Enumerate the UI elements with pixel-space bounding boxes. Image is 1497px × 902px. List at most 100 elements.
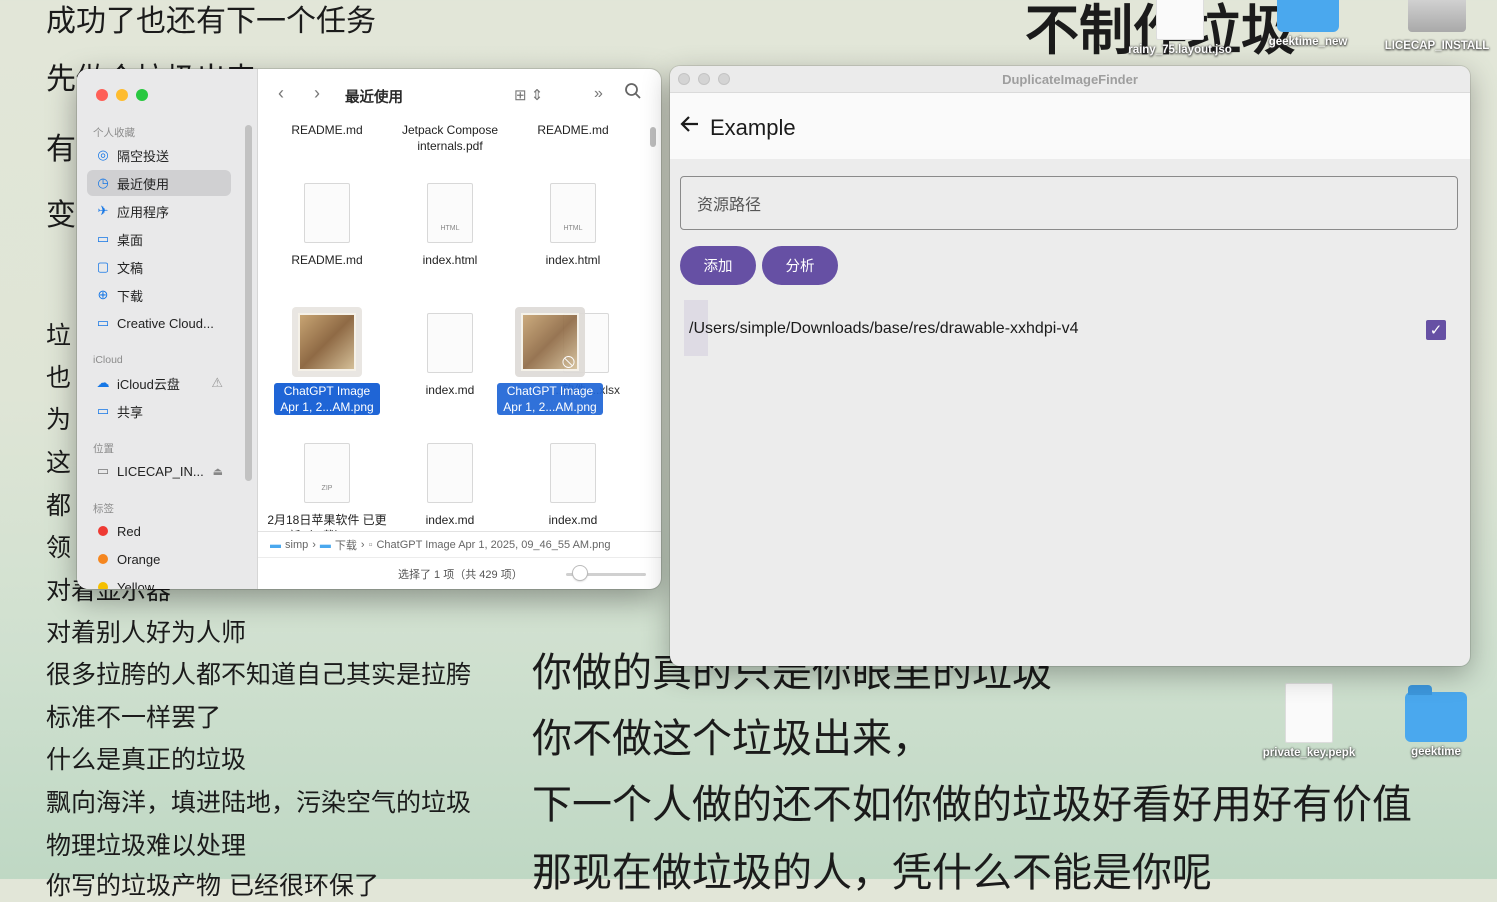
grid-scrollbar[interactable] [650, 127, 656, 147]
sidebar-item-airdrop[interactable]: ◎ 隔空投送 [87, 142, 231, 168]
sidebar-item-desktop[interactable]: ▭ 桌面 [87, 226, 231, 252]
wallpaper-line: 对着别人好为人师 [46, 618, 247, 647]
zoom-button[interactable] [136, 89, 148, 101]
wallpaper-line: 物理垃圾难以处理 [46, 831, 247, 860]
input-label: 资源路径 [697, 197, 762, 214]
markdown-file-icon [304, 183, 350, 243]
wallpaper-line: 标准不一样罢了 [46, 703, 222, 732]
wallpaper-line: 领 [46, 533, 72, 562]
file-name: 2月18日苹果软件 已更新（...载）.zip [267, 513, 387, 531]
path-list-item: /Users/simple/Downloads/base/res/drawabl… [689, 320, 1079, 337]
close-button[interactable] [96, 89, 108, 101]
file-item[interactable]: index.md [513, 443, 633, 528]
back-arrow-icon[interactable] [680, 113, 700, 141]
yellow-tag-dot-icon [98, 582, 108, 589]
search-icon[interactable] [624, 82, 642, 105]
wallpaper-line: 也 [46, 363, 72, 392]
image-file-icon: ▫ [368, 539, 373, 551]
sidebar-section-icloud: iCloud [93, 354, 123, 366]
file-name: ChatGPT Image Apr 1, 2...AM.png [497, 383, 603, 415]
desktop-icon-label: private_key.pepk [1262, 747, 1356, 759]
sidebar-item-label: LICECAP_IN... [117, 463, 204, 479]
drag-ghost: ⦸ ChatGPT Image Apr 1, 2...AM.png [490, 307, 610, 415]
desktop-icon-geektime-new[interactable]: geektime_new [1248, 0, 1368, 48]
path-segment[interactable]: ChatGPT Image Apr 1, 2025, 09_46_55 AM.p… [376, 539, 610, 551]
path-segment[interactable]: simp [285, 539, 308, 551]
document-icon: ▢ [96, 259, 110, 274]
sidebar-section-locations: 位置 [93, 443, 114, 455]
sidebar-tag-orange[interactable]: Orange [87, 546, 231, 572]
sidebar-item-shared[interactable]: ▭ 共享 [87, 398, 231, 424]
sidebar-item-label: 应用程序 [117, 204, 170, 220]
file-name: ChatGPT Image Apr 1, 2...AM.png [274, 383, 380, 415]
red-tag-dot-icon [98, 526, 108, 536]
finder-toolbar: ‹ › 最近使用 ⊞ ⇕ » [258, 69, 661, 121]
finder-sidebar: 个人收藏 ◎ 隔空投送 ◷ 最近使用 ✈ 应用程序 ▭ 桌面 ▢ 文稿 ⊕ 下载… [77, 69, 258, 589]
file-name: Jetpack Compose internals.pdf [401, 123, 499, 153]
sidebar-tag-yellow[interactable]: Yellow [87, 574, 231, 589]
sidebar-scrollbar[interactable] [245, 125, 252, 481]
desktop-icon-label: geektime_new [1268, 36, 1348, 48]
app-heading: Example [710, 115, 796, 140]
desktop-icon-rainy[interactable]: rainy_75.layout.jso [1120, 0, 1240, 56]
resource-path-input[interactable]: 资源路径 [680, 176, 1458, 230]
forward-chevron-icon[interactable]: › [314, 83, 320, 104]
clock-icon: ◷ [97, 175, 109, 190]
sidebar-item-icloud-drive[interactable]: ☁ iCloud云盘 ⚠ [87, 370, 231, 396]
sidebar-section-favorites: 个人收藏 [93, 127, 135, 139]
orange-tag-dot-icon [98, 554, 108, 564]
add-button[interactable]: 添加 [680, 246, 756, 285]
file-item[interactable]: README.md [267, 122, 387, 138]
sidebar-item-licecap-drive[interactable]: ▭ LICECAP_IN... ⏏ [87, 458, 231, 484]
desktop-icon-licecap[interactable]: LICECAP_INSTALL [1377, 0, 1497, 52]
sidebar-item-creative-cloud[interactable]: ▭ Creative Cloud... [87, 310, 231, 336]
desktop-icon-geektime[interactable]: geektime [1376, 685, 1496, 758]
wallpaper-line: 下一个人做的还不如你做的垃圾好看好用好有价值 [532, 782, 1412, 828]
file-item[interactable]: Jetpack Compose internals.pdf [390, 122, 510, 154]
shared-folder-icon: ▭ [96, 403, 110, 418]
path-segment[interactable]: 下载 [335, 537, 357, 553]
file-item[interactable]: HTML index.html [390, 183, 510, 268]
sidebar-item-label: 共享 [117, 404, 144, 420]
markdown-file-icon [550, 443, 596, 503]
app-top-bar: Example [670, 93, 1470, 159]
markdown-file-icon [427, 443, 473, 503]
wallpaper-line: 为 [46, 405, 72, 434]
file-item[interactable]: index.md [390, 443, 510, 528]
analyze-button[interactable]: 分析 [762, 246, 838, 285]
slider-knob[interactable] [573, 566, 587, 580]
sidebar-item-documents[interactable]: ▢ 文稿 [87, 254, 231, 280]
wallpaper-line: 你写的垃圾产物 已经很环保了 [46, 871, 379, 900]
desktop-icon-private-key[interactable]: private_key.pepk [1249, 683, 1369, 759]
folder-icon: ▬ [319, 539, 331, 551]
sidebar-item-label: 桌面 [117, 232, 144, 248]
file-item-selected[interactable]: ChatGPT Image Apr 1, 2...AM.png [267, 307, 387, 415]
prohibited-icon: ⦸ [561, 350, 575, 372]
sidebar-item-label: iCloud云盘 [117, 376, 180, 392]
path-bar: ▬ simp › ▬ 下载 › ▫ ChatGPT Image Apr 1, 202… [258, 531, 661, 558]
file-name: index.md [425, 513, 475, 527]
sidebar-tag-red[interactable]: Red [87, 518, 231, 544]
eject-icon[interactable]: ⏏ [213, 465, 223, 478]
file-item[interactable]: README.md [513, 122, 633, 138]
back-chevron-icon[interactable]: ‹ [278, 83, 284, 104]
file-item[interactable]: HTML index.html [513, 183, 633, 268]
sidebar-item-label: 隔空投送 [117, 148, 170, 164]
folder-icon [1405, 685, 1467, 742]
wallpaper-line: 都 [46, 491, 72, 520]
desktop-icon-label: rainy_75.layout.jso [1128, 44, 1232, 56]
more-chevrons-icon[interactable]: » [594, 85, 603, 103]
wallpaper-line: 你不做这个垃圾出来， [532, 716, 932, 762]
window-controls [96, 89, 148, 101]
sidebar-item-downloads[interactable]: ⊕ 下载 [87, 282, 231, 308]
sidebar-item-applications[interactable]: ✈ 应用程序 [87, 198, 231, 224]
path-checkbox[interactable]: ✓ [1426, 320, 1446, 340]
file-item[interactable]: README.md [267, 183, 387, 268]
desktop-icon: ▭ [96, 231, 110, 246]
cloud-icon: ☁ [96, 375, 110, 390]
sidebar-item-recents[interactable]: ◷ 最近使用 [87, 170, 231, 196]
minimize-button[interactable] [116, 89, 128, 101]
file-item[interactable]: ZIP 2月18日苹果软件 已更新（...载）.zip [267, 443, 387, 531]
markdown-file-icon [427, 313, 473, 373]
view-grid-icon[interactable]: ⊞ ⇕ [514, 86, 543, 104]
